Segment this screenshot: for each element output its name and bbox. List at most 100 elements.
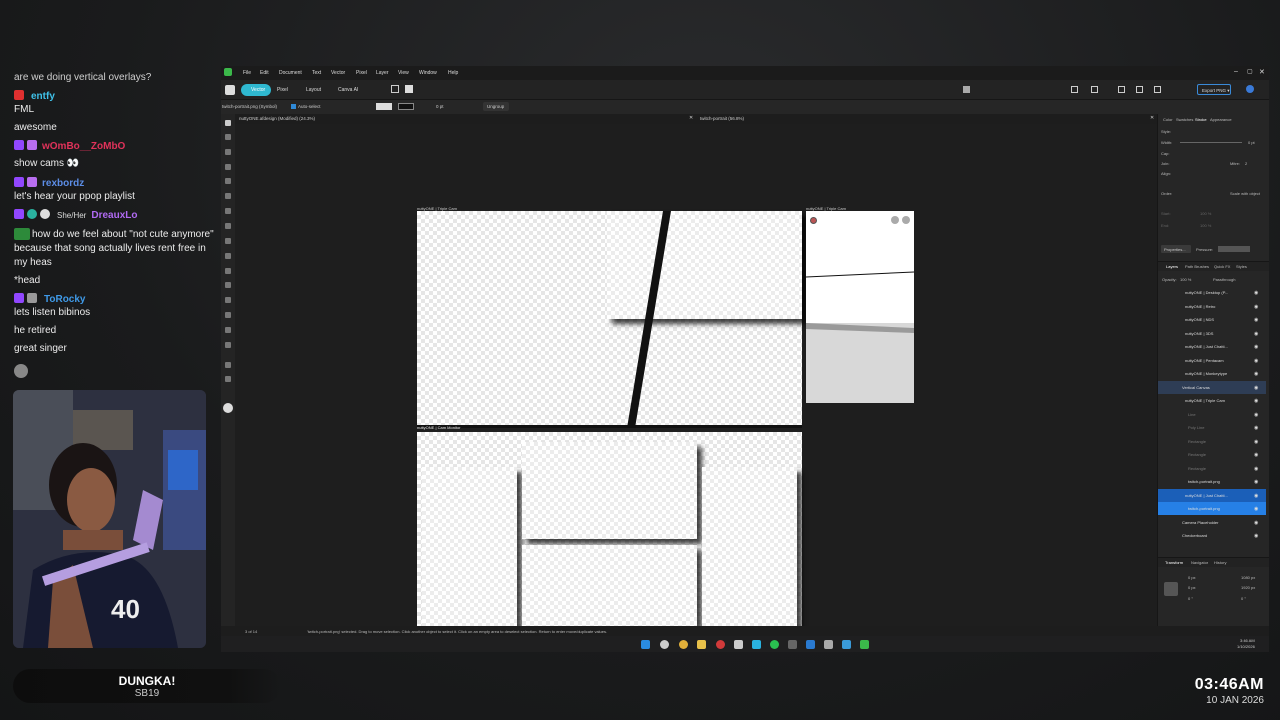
menu-file[interactable]: File [243, 70, 251, 76]
pencil-tool-icon[interactable] [225, 193, 231, 199]
frame-text-tool-icon[interactable] [225, 297, 231, 303]
layer-row[interactable]: nuttyONE | NDS ◉ [1158, 313, 1266, 326]
tab-stroke[interactable]: Stroke [1195, 117, 1207, 122]
layer-row[interactable]: nuttyONE | Just Chatti... ◉ [1158, 488, 1266, 502]
visibility-eye-icon[interactable]: ◉ [1254, 385, 1258, 391]
move-tool-icon[interactable] [225, 120, 231, 126]
minimize-button[interactable]: – [1234, 68, 1238, 75]
tab-document[interactable]: nuttyONE.afdesign (Modified) (24.3%) [239, 116, 315, 121]
fill-swatch[interactable] [376, 103, 392, 110]
tab-history[interactable]: History [1214, 560, 1226, 565]
artboard-triple-cam[interactable] [417, 211, 802, 428]
tray-time[interactable]: 3:46 AM [1240, 638, 1255, 643]
layer-row[interactable]: nuttyONE | 3DS ◉ [1158, 327, 1266, 340]
maximize-button[interactable]: ▢ [1247, 68, 1253, 75]
layer-row[interactable]: twitch-portrait.png ◉ [1158, 502, 1266, 515]
menu-window[interactable]: Window [419, 70, 437, 76]
app-icon[interactable] [788, 640, 797, 649]
visibility-eye-icon[interactable]: ◉ [1254, 371, 1258, 377]
visibility-eye-icon[interactable]: ◉ [1254, 439, 1258, 445]
tab-quick-fx[interactable]: Quick FX [1214, 264, 1230, 269]
crop-tool-icon[interactable] [225, 312, 231, 318]
mitre-value[interactable]: 2 [1245, 161, 1247, 166]
studio-link-icon[interactable] [225, 85, 235, 95]
persona-pixel-button[interactable]: Pixel [277, 87, 288, 93]
x-field[interactable]: 0 px [1188, 575, 1196, 580]
arrange-icon[interactable] [963, 86, 970, 93]
boolean-subtract-icon[interactable] [1136, 86, 1143, 93]
artboard-triple-cam-vertical[interactable] [806, 211, 914, 403]
node-tool-icon[interactable] [225, 134, 231, 140]
persona-layout-button[interactable]: Layout [306, 87, 321, 93]
close-tab-icon[interactable]: ✕ [689, 115, 693, 121]
layer-row[interactable]: Rectangle ◉ [1158, 435, 1266, 448]
tab-appearance[interactable]: Appearance [1210, 117, 1232, 122]
tab-swatches[interactable]: Swatches [1176, 117, 1193, 122]
eyedropper-tool-icon[interactable] [225, 342, 231, 348]
visibility-eye-icon[interactable]: ◉ [1254, 520, 1258, 526]
close-tab-icon[interactable]: ✕ [1150, 115, 1154, 121]
layer-row[interactable]: twitch-portrait.png ◉ [1158, 475, 1266, 488]
visibility-eye-icon[interactable]: ◉ [1254, 344, 1258, 350]
align-icon[interactable] [1071, 86, 1078, 93]
visibility-eye-icon[interactable]: ◉ [1254, 398, 1258, 404]
camera-frame[interactable] [522, 442, 697, 539]
layer-row[interactable]: nuttyONE | Triple Cam ◉ [1158, 394, 1266, 407]
menu-document[interactable]: Document [279, 70, 302, 76]
visibility-eye-icon[interactable]: ◉ [1254, 452, 1258, 458]
app-icon[interactable] [734, 640, 743, 649]
export-png-button[interactable]: Export PNG ▾ [1197, 84, 1231, 95]
layer-row[interactable]: Camera Placeholder ◉ [1158, 516, 1266, 529]
scale-with-object-checkbox[interactable]: Scale with object [1230, 191, 1260, 196]
file-explorer-icon[interactable] [697, 640, 706, 649]
visibility-eye-icon[interactable]: ◉ [1254, 479, 1258, 485]
app-icon[interactable] [752, 640, 761, 649]
width-field[interactable]: 1080 px [1241, 575, 1255, 580]
transparency-tool-icon[interactable] [225, 238, 231, 244]
visibility-eye-icon[interactable]: ◉ [1254, 331, 1258, 337]
opacity-value[interactable]: 100 % [1180, 277, 1191, 282]
stroke-swatch[interactable] [398, 103, 414, 110]
color-wheel-icon[interactable] [223, 403, 233, 413]
y-field[interactable]: 0 px [1188, 585, 1196, 590]
visibility-eye-icon[interactable]: ◉ [1254, 493, 1258, 499]
tab-navigator[interactable]: Navigator [1191, 560, 1208, 565]
boolean-add-icon[interactable] [1118, 86, 1125, 93]
shear-field[interactable]: 0 ° [1241, 596, 1246, 601]
zoom-tool-icon[interactable] [225, 376, 231, 382]
layer-row[interactable]: nuttyONE | Monkeytype ◉ [1158, 367, 1266, 380]
point-transform-tool-icon[interactable] [225, 164, 231, 170]
app-icon[interactable] [806, 640, 815, 649]
properties-button[interactable]: Properties... [1161, 245, 1191, 253]
tab-transform[interactable]: Transform [1165, 560, 1183, 565]
help-icon[interactable] [1246, 85, 1254, 93]
close-button[interactable]: ✕ [1259, 68, 1265, 76]
visibility-eye-icon[interactable]: ◉ [1254, 412, 1258, 418]
artboard-cam-monitor[interactable] [417, 432, 802, 626]
layer-row[interactable]: nuttyONE | Desktop (P... ◉ [1158, 286, 1266, 299]
tab-styles[interactable]: Styles [1236, 264, 1247, 269]
layer-row[interactable]: nuttyONE | Pentacam ◉ [1158, 354, 1266, 367]
app-icon[interactable] [824, 640, 833, 649]
menu-view[interactable]: View [398, 70, 409, 76]
menu-pixel[interactable]: Pixel [356, 70, 367, 76]
menu-edit[interactable]: Edit [260, 70, 269, 76]
pen-tool-icon[interactable] [225, 178, 231, 184]
layer-row[interactable]: Rectangle ◉ [1158, 462, 1266, 475]
boolean-intersect-icon[interactable] [1154, 86, 1161, 93]
text-tool-icon[interactable] [225, 282, 231, 288]
hand-tool-icon[interactable] [225, 362, 231, 368]
anchor-selector[interactable] [1164, 582, 1178, 596]
layer-row[interactable]: Vertical Canvas ◉ [1158, 380, 1266, 394]
visibility-eye-icon[interactable]: ◉ [1254, 425, 1258, 431]
tray-date[interactable]: 1/10/2026 [1237, 644, 1255, 649]
camera-frame[interactable] [702, 467, 797, 626]
visibility-eye-icon[interactable]: ◉ [1254, 466, 1258, 472]
layer-row[interactable]: Rectangle ◉ [1158, 448, 1266, 461]
brush-tool-icon[interactable] [225, 208, 231, 214]
snap-icon[interactable] [391, 85, 399, 93]
layer-row[interactable]: Checkerboard ◉ [1158, 529, 1266, 542]
pressure-graph[interactable] [1218, 246, 1250, 252]
end-scale[interactable]: 100 % [1200, 223, 1211, 228]
layer-row[interactable]: Poly Line ◉ [1158, 421, 1266, 434]
